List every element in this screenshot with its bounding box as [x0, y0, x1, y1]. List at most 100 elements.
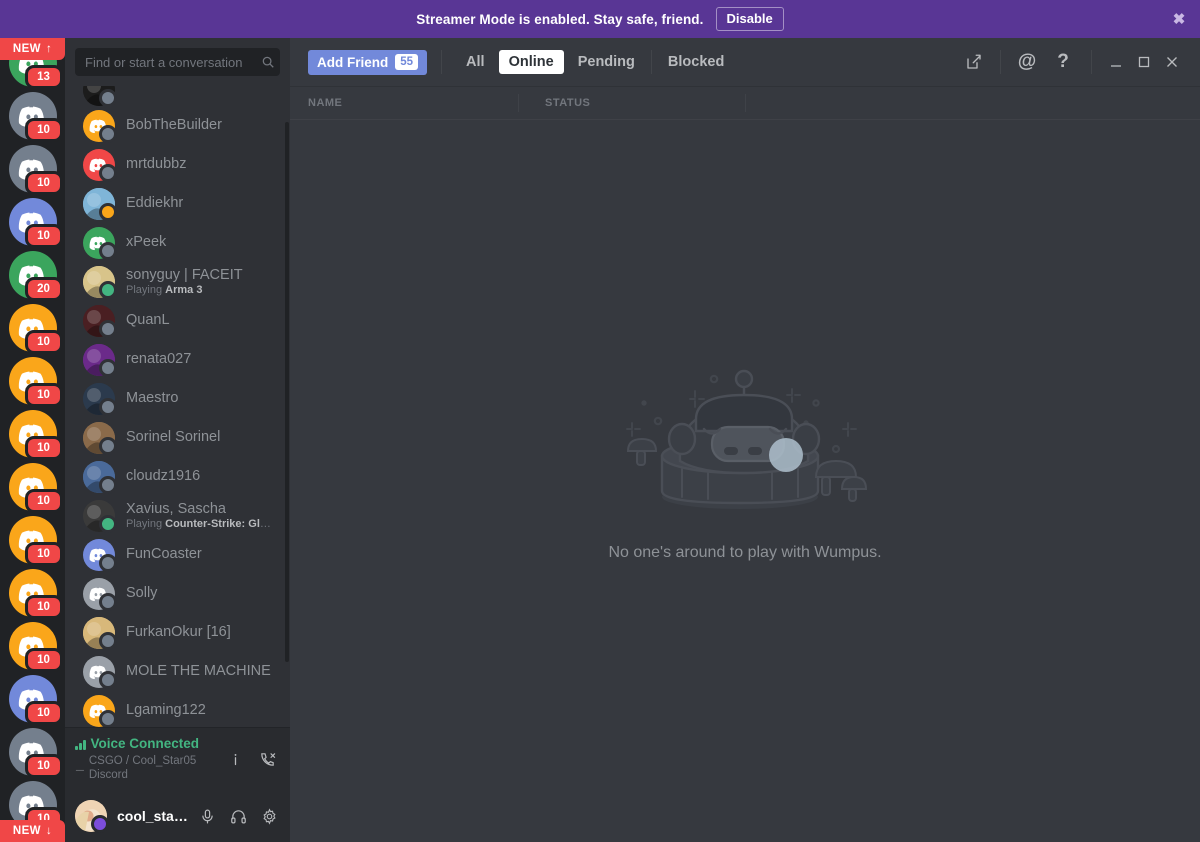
voice-status-row: Voice Connected	[75, 736, 220, 752]
new-dm-icon[interactable]	[960, 48, 988, 76]
server-icon-item[interactable]: 10	[8, 728, 63, 778]
server-icon-item[interactable]: 20	[8, 251, 63, 301]
voice-channel-label: CSGO / Cool_Star05 Discord	[88, 755, 197, 781]
status-badge	[99, 124, 117, 143]
dm-text: Lgaming122	[126, 702, 276, 719]
dm-list-item[interactable]: BobTheBuilder	[73, 106, 284, 145]
search-input[interactable]	[85, 54, 261, 70]
streamer-mode-text: Streamer Mode is enabled. Stay safe, fri…	[416, 11, 704, 27]
username-label: cool_star05	[117, 808, 192, 824]
server-icon-item[interactable]: 10	[8, 410, 63, 460]
dm-list-item[interactable]: xPeek	[73, 223, 284, 262]
status-badge	[99, 592, 117, 611]
dm-list-item[interactable]: Eddiekhr	[73, 184, 284, 223]
dm-activity-label: Playing Arma 3	[126, 283, 203, 296]
info-icon[interactable]	[220, 743, 250, 775]
dm-list-item[interactable]: Maestro	[73, 379, 284, 418]
add-friend-count-badge: 55	[395, 54, 419, 70]
server-rail-scroll: 13 10 10 10 20 10 10 10 10 10 10 10 10 10 10	[0, 38, 65, 842]
dm-list-item[interactable]: cloudz1916	[73, 457, 284, 496]
discord-app-window: Streamer Mode is enabled. Stay safe, fri…	[0, 0, 1200, 842]
status-badge	[99, 202, 117, 221]
avatar	[83, 499, 117, 533]
close-icon[interactable]: ✖	[1170, 10, 1188, 28]
dm-username-label: Lgaming122	[126, 702, 206, 718]
mentions-icon[interactable]: @	[1013, 48, 1041, 76]
avatar	[83, 577, 117, 611]
tab-online[interactable]: Online	[498, 50, 564, 74]
server-icon-item[interactable]: 10	[8, 92, 63, 142]
server-icon-item[interactable]: 10	[8, 622, 63, 672]
server-rail-new-bottom-pill[interactable]: NEW ↓	[0, 820, 65, 842]
dm-list-item[interactable]: FurkanOkur [16]	[73, 613, 284, 652]
tab-all[interactable]: All	[456, 50, 495, 74]
dm-list-item[interactable]: Solly	[73, 574, 284, 613]
dm-list-item[interactable]: FunCoaster	[73, 535, 284, 574]
avatar	[83, 86, 117, 106]
help-icon[interactable]: ?	[1049, 48, 1077, 76]
server-rail-new-top-pill[interactable]: NEW ↑	[0, 38, 65, 60]
server-icon-item[interactable]: 10	[8, 463, 63, 513]
dm-list[interactable]: BobTheBuilder mrtdubbz Eddiekhr xPeek sonygu…	[65, 84, 290, 727]
server-icon-item[interactable]: 10	[8, 675, 63, 725]
avatar[interactable]	[75, 800, 109, 833]
avatar	[83, 148, 117, 182]
dm-text: Xavius, Sascha Playing Counter-Strike: Gl…	[126, 501, 276, 531]
server-unread-badge: 10	[24, 595, 63, 619]
add-friend-button[interactable]: Add Friend 55	[308, 49, 428, 75]
gear-icon[interactable]	[254, 800, 284, 832]
maximize-icon[interactable]	[1130, 48, 1158, 76]
avatar	[83, 616, 117, 650]
status-badge	[99, 280, 117, 299]
voice-status-label: Voice Connected	[90, 736, 200, 751]
disconnect-call-icon[interactable]	[252, 743, 282, 775]
dm-list-item[interactable]: mrtdubbz	[73, 145, 284, 184]
server-rail[interactable]: 13 10 10 10 20 10 10 10 10 10 10 10 10 10 10 NEW ↑ NEW…	[0, 38, 65, 842]
search-container	[65, 38, 290, 84]
server-unread-badge: 10	[24, 436, 63, 460]
column-separator-2	[745, 93, 746, 112]
dm-username-label: cloudz1916	[126, 468, 201, 484]
dm-list-item[interactable]: QuanL	[73, 301, 284, 340]
tab-blocked[interactable]: Blocked	[658, 50, 734, 74]
status-badge	[99, 319, 117, 338]
microphone-icon[interactable]	[192, 800, 222, 832]
server-icon-item[interactable]: 10	[8, 304, 63, 354]
dm-list-item[interactable]: Sorinel Sorinel	[73, 418, 284, 457]
new-top-label: NEW	[12, 43, 41, 55]
server-icon-item[interactable]: 10	[8, 357, 63, 407]
server-icon-item[interactable]: 10	[8, 198, 63, 248]
status-badge	[99, 670, 117, 689]
tab-pending[interactable]: Pending	[568, 50, 645, 74]
server-unread-badge: 10	[24, 224, 63, 248]
dm-list-item[interactable]: Xavius, Sascha Playing Counter-Strike: Gl…	[73, 496, 284, 535]
server-unread-badge: 10	[24, 171, 63, 195]
avatar	[83, 460, 117, 494]
close-icon[interactable]	[1158, 48, 1186, 76]
dm-list-item[interactable]: MOLE THE MACHINE	[73, 652, 284, 691]
disable-streamer-mode-button[interactable]: Disable	[715, 7, 784, 31]
sleeping-wumpus-illustration	[620, 361, 870, 526]
dm-list-item[interactable]: sonyguy | FACEIT Playing Arma 3	[73, 262, 284, 301]
dm-list-item[interactable]	[73, 86, 284, 106]
search-box[interactable]	[75, 48, 280, 76]
status-badge	[91, 815, 109, 833]
dm-list-item[interactable]: renata027	[73, 340, 284, 379]
dm-username-label: xPeek	[126, 234, 167, 250]
dm-text: sonyguy | FACEIT Playing Arma 3	[126, 267, 276, 297]
dm-username-label: BobTheBuilder	[126, 117, 222, 133]
dm-username-label: Eddiekhr	[126, 195, 184, 211]
headphones-icon[interactable]	[223, 800, 253, 832]
status-badge	[99, 709, 117, 727]
dm-text: xPeek	[126, 234, 276, 251]
dm-text: renata027	[126, 351, 276, 368]
dm-list-item[interactable]: Lgaming122	[73, 691, 284, 727]
minimize-icon[interactable]	[1102, 48, 1130, 76]
server-icon-item[interactable]: 10	[8, 145, 63, 195]
server-icon-item[interactable]: 10	[8, 516, 63, 566]
status-badge	[99, 89, 117, 106]
dm-list-scrollbar[interactable]	[285, 122, 289, 662]
toolbar-divider-1	[441, 50, 443, 74]
server-icon-item[interactable]: 10	[8, 569, 63, 619]
status-badge	[99, 553, 117, 572]
